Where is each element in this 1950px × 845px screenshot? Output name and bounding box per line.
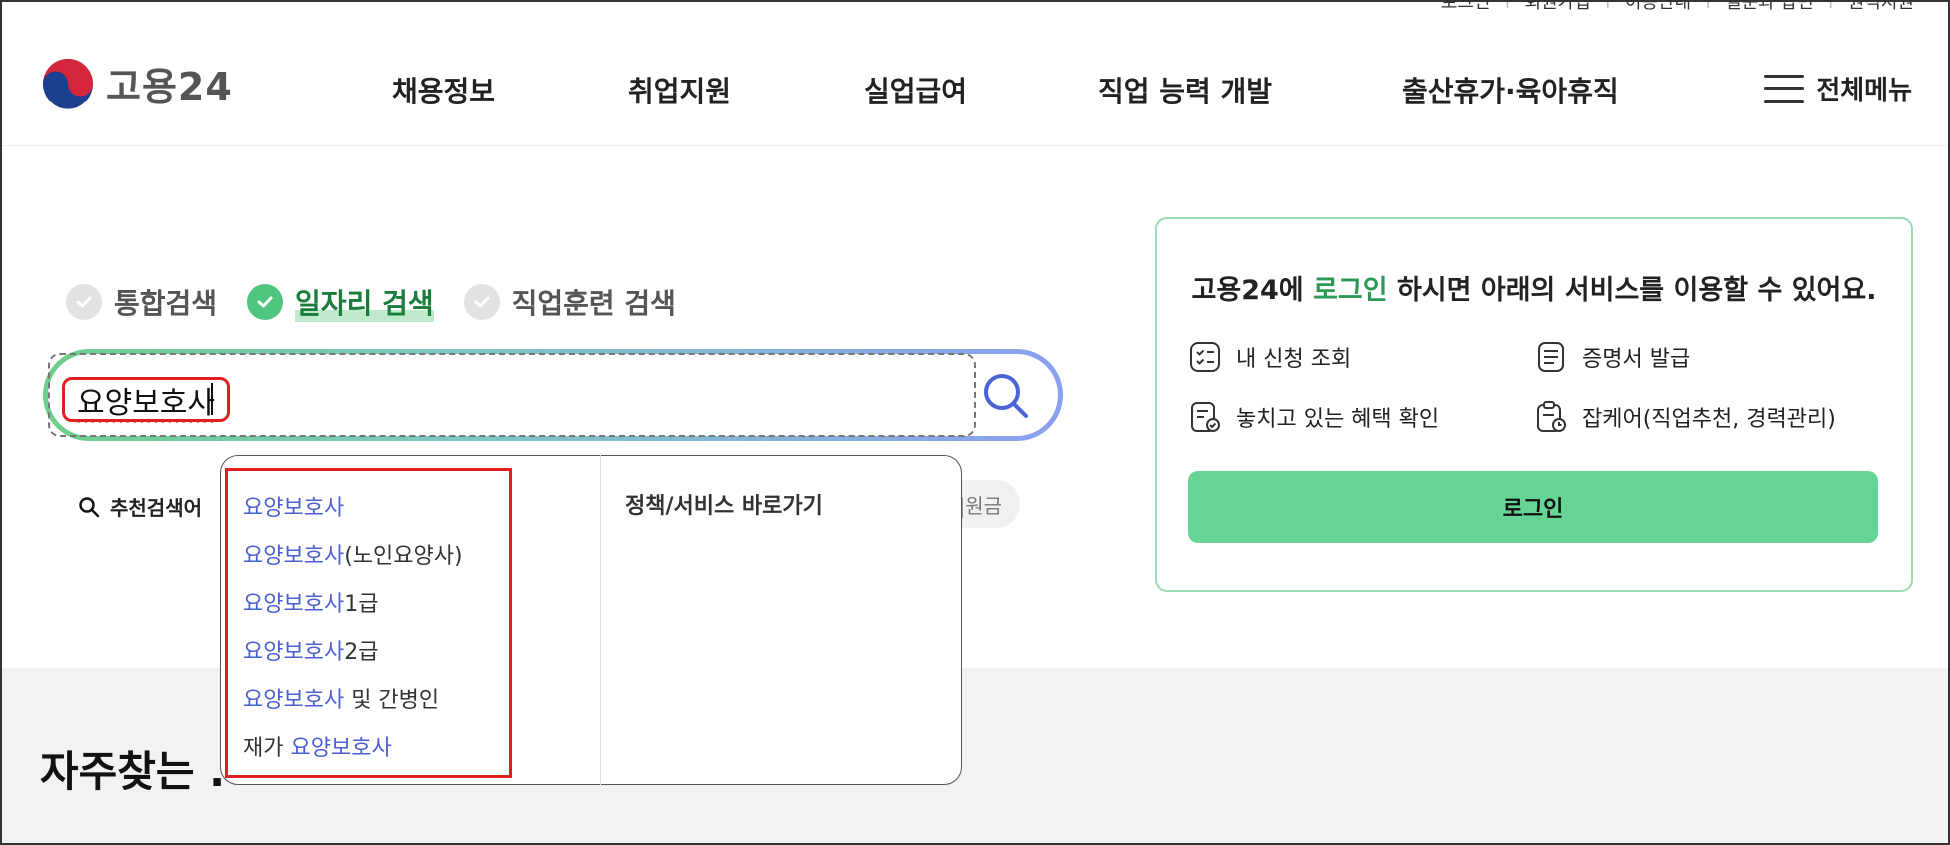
text-caret [211,383,213,415]
service-my-applications[interactable]: 내 신청 조회 [1188,340,1351,374]
recommended-keywords: 추천검색어 [78,492,202,521]
site-header: 고용24 채용정보 취업지원 실업급여 직업 능력 개발 출산휴가·육아휴직 전… [0,0,1950,146]
autocomplete-item[interactable]: 요양보호사 2급 [243,626,463,674]
document-icon [1538,342,1564,372]
autocomplete-item[interactable]: 요양보호사 [243,482,463,530]
check-circle-icon [247,284,284,320]
all-menu-button[interactable]: 전체메뉴 [1764,70,1912,107]
service-missed-benefits[interactable]: 놓치고 있는 혜택 확인 [1188,400,1439,434]
service-certificate[interactable]: 증명서 발급 [1534,340,1690,374]
taegeuk-logo-icon [43,58,93,110]
search-icon [984,374,1028,418]
nav-item-parental-leave[interactable]: 출산휴가·육아휴직 [1402,70,1619,110]
tab-job-search[interactable]: 일자리 검색 [247,282,434,322]
login-button[interactable]: 로그인 [1188,471,1878,543]
login-card-title: 고용24에 로그인 하시면 아래의 서비스를 이용할 수 있어요. [1191,275,1877,306]
hamburger-icon [1764,74,1805,103]
nav-item-employment-support[interactable]: 취업지원 [628,70,731,110]
tab-label: 통합검색 [114,287,218,320]
checklist-icon [1190,342,1220,372]
shortcut-title: 정책/서비스 바로가기 [625,494,823,519]
nav-item-skills-development[interactable]: 직업 능력 개발 [1098,70,1272,110]
search-button[interactable] [978,368,1034,424]
service-jobcare[interactable]: 잡케어(직업추천, 경력관리) [1534,400,1836,434]
receipt-check-icon [1191,402,1220,432]
all-menu-label: 전체메뉴 [1816,76,1912,106]
site-logo[interactable]: 고용24 [42,56,233,111]
search-query-highlight: 요양보호사 [62,377,230,422]
autocomplete-item[interactable]: 재가 요양보호사 [243,722,463,770]
search-icon [79,496,100,517]
check-circle-icon [463,284,500,320]
dropdown-divider [600,455,601,785]
faq-title: 자주찾는 . [40,747,226,796]
search-tabs: 통합검색 일자리 검색 직업훈련 검색 [66,282,676,322]
autocomplete-list: 요양보호사 요양보호사 (노인요양사) 요양보호사 1급 요양보호사 2급 요양보호사… [243,482,463,770]
logo-text: 고용24 [106,65,233,109]
autocomplete-item[interactable]: 요양보호사 (노인요양사) [243,530,463,578]
tab-integrated-search[interactable]: 통합검색 [66,282,217,322]
tab-training-search[interactable]: 직업훈련 검색 [463,282,676,322]
tab-label: 직업훈련 검색 [511,287,676,320]
nav-item-unemployment-benefit[interactable]: 실업급여 [864,70,967,110]
recommended-label: 추천검색어 [110,496,202,520]
autocomplete-item[interactable]: 요양보호사 1급 [243,578,463,626]
nav-item-jobs[interactable]: 채용정보 [392,70,495,110]
check-circle-icon [66,284,102,320]
search-query-text: 요양보호사 [77,385,215,421]
clipboard-clock-icon [1537,401,1566,432]
autocomplete-item[interactable]: 요양보호사 및 간병인 [243,674,463,722]
tab-label: 일자리 검색 [295,282,434,322]
